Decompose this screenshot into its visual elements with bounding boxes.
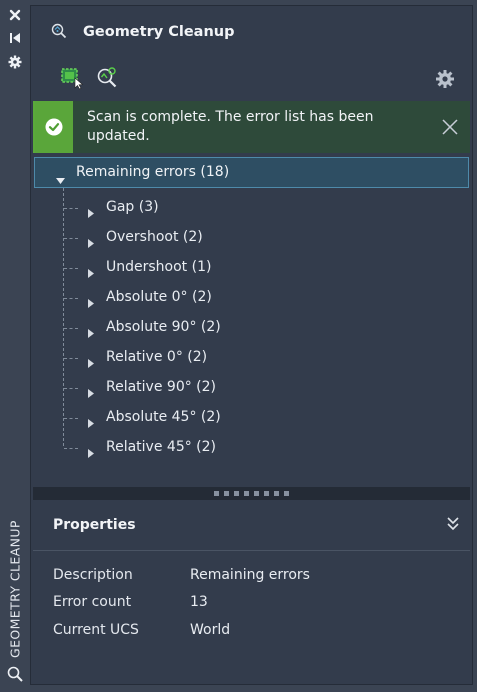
toolbar-settings-icon[interactable] — [433, 67, 457, 91]
expand-caret-icon[interactable] — [88, 263, 94, 282]
tree-item-relative-0[interactable]: Relative 0° (2) — [63, 343, 463, 373]
panel-header: Geometry Cleanup — [31, 6, 472, 58]
tree-item-label: Relative 90° (2) — [106, 379, 217, 395]
tree-item-relative-45[interactable]: Relative 45° (2) — [63, 433, 463, 463]
tree-item-label: Relative 0° (2) — [106, 349, 208, 365]
property-key: Current UCS — [53, 622, 139, 638]
tree-item-absolute-90[interactable]: Absolute 90° (2) — [63, 313, 463, 343]
tree-item-label: Overshoot (2) — [106, 229, 203, 245]
error-tree: Remaining errors (18) Gap (3) Overshoot … — [33, 157, 470, 487]
expand-arrow-icon[interactable] — [56, 169, 65, 188]
zoom-to-error-icon[interactable] — [95, 66, 119, 90]
palette-side-strip: GEOMETRY CLEANUP — [0, 0, 30, 692]
property-value: World — [190, 622, 231, 638]
tree-item-absolute-0[interactable]: Absolute 0° (2) — [63, 283, 463, 313]
tree-item-overshoot[interactable]: Overshoot (2) — [63, 223, 463, 253]
expand-caret-icon[interactable] — [88, 443, 94, 462]
scan-complete-notification: Scan is complete. The error list has bee… — [33, 101, 470, 153]
geometry-cleanup-panel: Geometry Cleanup Scan is complete. The e… — [30, 5, 473, 685]
palette-vertical-title: GEOMETRY CLEANUP — [7, 520, 23, 658]
tree-item-label: Undershoot (1) — [106, 259, 212, 275]
expand-caret-icon[interactable] — [88, 383, 94, 402]
tree-item-label: Absolute 90° (2) — [106, 319, 221, 335]
property-value: 13 — [190, 594, 208, 610]
tree-item-gap[interactable]: Gap (3) — [63, 193, 463, 223]
expand-caret-icon[interactable] — [88, 323, 94, 342]
close-icon[interactable] — [7, 7, 23, 23]
auto-hide-icon[interactable] — [7, 30, 23, 46]
properties-divider — [33, 550, 470, 551]
collapse-chevron-icon[interactable] — [446, 516, 460, 536]
expand-caret-icon[interactable] — [88, 413, 94, 432]
select-objects-icon[interactable] — [60, 66, 84, 90]
expand-caret-icon[interactable] — [88, 353, 94, 372]
property-row-current-ucs: Current UCS World — [53, 622, 453, 646]
expand-caret-icon[interactable] — [88, 233, 94, 252]
tree-item-undershoot[interactable]: Undershoot (1) — [63, 253, 463, 283]
property-row-description: Description Remaining errors — [53, 567, 453, 591]
settings-icon[interactable] — [7, 54, 23, 70]
tree-item-relative-90[interactable]: Relative 90° (2) — [63, 373, 463, 403]
close-notification-icon[interactable] — [440, 117, 460, 137]
tree-item-label: Absolute 0° (2) — [106, 289, 212, 305]
success-check-icon — [35, 101, 73, 153]
property-key: Description — [53, 567, 133, 583]
expand-caret-icon[interactable] — [88, 203, 94, 222]
tree-root-remaining-errors[interactable]: Remaining errors (18) — [34, 157, 469, 188]
tree-item-label: Relative 45° (2) — [106, 439, 217, 455]
tree-item-label: Gap (3) — [106, 199, 159, 215]
property-value: Remaining errors — [190, 567, 310, 583]
geometry-cleanup-icon — [51, 23, 67, 43]
panel-splitter[interactable] — [33, 487, 470, 500]
tree-item-label: Absolute 45° (2) — [106, 409, 221, 425]
properties-title: Properties — [53, 517, 136, 533]
property-key: Error count — [53, 594, 132, 610]
properties-section: Properties Description Remaining errors … — [33, 500, 470, 682]
tree-root-label: Remaining errors (18) — [76, 164, 230, 180]
tree-item-absolute-45[interactable]: Absolute 45° (2) — [63, 403, 463, 433]
panel-title: Geometry Cleanup — [83, 24, 235, 40]
notification-message: Scan is complete. The error list has bee… — [87, 109, 374, 144]
expand-caret-icon[interactable] — [88, 293, 94, 312]
property-row-error-count: Error count 13 — [53, 594, 453, 618]
search-icon[interactable] — [6, 665, 24, 683]
